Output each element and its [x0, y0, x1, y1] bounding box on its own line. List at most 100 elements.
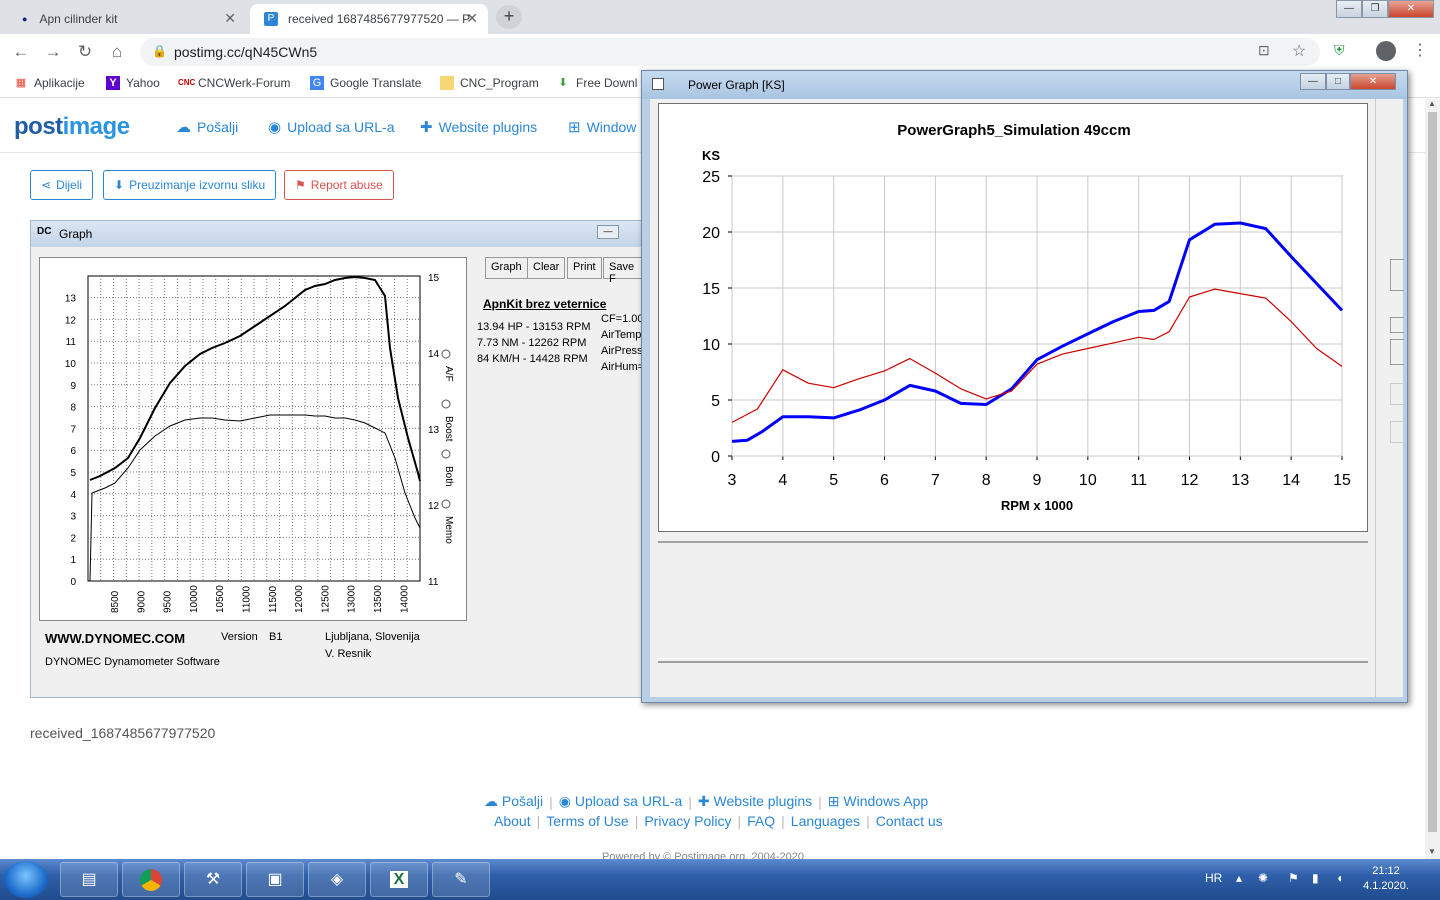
close-button[interactable]: ✕ [1388, 0, 1434, 18]
pg-close-button[interactable]: ✕ [1350, 73, 1396, 90]
forward-icon[interactable]: → [42, 41, 64, 63]
side-control[interactable] [1390, 317, 1404, 333]
translate-page-icon[interactable]: ⊡ [1258, 42, 1270, 59]
restore-button[interactable]: ❐ [1362, 0, 1388, 18]
profile-avatar-icon[interactable] [1376, 41, 1396, 61]
translate-icon: G [310, 76, 324, 90]
minimize-button[interactable]: — [1336, 0, 1362, 18]
tab-received[interactable]: P received 1687485677977520 — P ✕ [250, 4, 488, 34]
app-window-icon [652, 78, 664, 90]
scroll-down-icon[interactable]: ▼ [1428, 847, 1436, 856]
footer-upload-link[interactable]: ☁ Pošalji [484, 793, 543, 810]
footer-privacy-link[interactable]: Privacy Policy [644, 813, 731, 829]
side-control[interactable] [1390, 259, 1404, 291]
power-graph-titlebar[interactable]: Power Graph [KS] — □ ✕ [642, 71, 1407, 99]
tab-apn-cilinder[interactable]: ● Apn cilinder kit ✕ [8, 4, 246, 34]
x-tick-label: 9 [1033, 472, 1042, 489]
clock-date: 4.1.2020. [1363, 880, 1409, 892]
dyno-graph-button: Graph [485, 257, 528, 279]
postimage-logo[interactable]: postimage [14, 113, 130, 141]
back-icon[interactable]: ← [10, 41, 32, 63]
footer-terms-link[interactable]: Terms of Use [546, 813, 628, 829]
nav-website-plugins[interactable]: ✚ Website plugins [420, 118, 537, 136]
separator: | [737, 813, 742, 829]
start-button[interactable] [4, 861, 48, 898]
dyno-x-tick: 13500 [373, 585, 384, 613]
nav-upload-url[interactable]: ◉ Upload sa URL-a [268, 118, 394, 136]
nav-label: Upload sa URL-a [287, 119, 395, 135]
language-indicator[interactable]: HR [1205, 871, 1222, 885]
dyno-x-tick: 13000 [347, 585, 358, 613]
action-center-flag-icon[interactable]: ⚑ [1288, 871, 1299, 885]
separator: | [634, 813, 639, 829]
tray-app-icon[interactable]: ✺ [1258, 871, 1268, 885]
dyno-y-left-tick: 10 [65, 359, 77, 370]
footer-plugins-link[interactable]: ✚ Website plugins [698, 793, 812, 810]
report-abuse-button[interactable]: ⚑ Report abuse [284, 170, 394, 200]
download-original-button[interactable]: ⬇ Preuzimanje izvornu sliku [103, 170, 277, 200]
home-icon[interactable]: ⌂ [106, 41, 128, 63]
bookmark-free-download[interactable]: ⬇ Free Downl [556, 76, 637, 90]
footer-upload-url-link[interactable]: ◉ Upload sa URL-a [559, 793, 683, 810]
footer-languages-link[interactable]: Languages [791, 813, 860, 829]
dyno-clear-button: Clear [527, 257, 566, 279]
share-button[interactable]: ⋖ Dijeli [30, 170, 94, 200]
button-label: Report abuse [310, 178, 383, 192]
taskbar-excel[interactable]: X [370, 862, 428, 897]
dyno-y-left-tick: 0 [70, 577, 76, 588]
dyno-software: DYNOMEC Dynamometer Software [45, 656, 220, 668]
system-clock[interactable]: 21:12 4.1.2020. [1356, 864, 1416, 894]
taskbar-tools[interactable]: ⚒ [184, 862, 242, 897]
dyno-y-left-tick: 2 [70, 533, 76, 544]
footer-contact-link[interactable]: Contact us [876, 813, 943, 829]
nav-upload[interactable]: ☁ Pošalji [176, 118, 238, 136]
bookmark-cnc-program[interactable]: CNC_Program [440, 76, 539, 90]
tab-title: received 1687485677977520 — P [288, 12, 471, 26]
address-bar[interactable]: 🔒 postimg.cc/qN45CWn5 ⊡ ☆ [140, 38, 1320, 66]
volume-icon[interactable]: ◖ [1336, 871, 1343, 885]
pg-minimize-button[interactable]: — [1300, 73, 1326, 90]
bookmark-cncwerk[interactable]: CNC CNCWerk-Forum [178, 76, 290, 90]
tab-close-icon[interactable]: ✕ [466, 10, 478, 27]
taskbar-cnc[interactable]: ▣ [246, 862, 304, 897]
side-control[interactable] [1390, 339, 1404, 365]
scroll-up-icon[interactable]: ▲ [1428, 99, 1436, 108]
taskbar-notepad[interactable]: ✎ [432, 862, 490, 897]
dyno-result-hp: 13.94 HP - 13153 RPM [477, 321, 591, 333]
separator: | [781, 813, 785, 829]
reload-icon[interactable]: ↻ [74, 41, 96, 63]
taskbar-explorer[interactable]: ▤ [60, 862, 118, 897]
x-axis-label: RPM x 1000 [1001, 498, 1073, 513]
download-icon: ⬇ [558, 77, 568, 89]
bookmark-google-translate[interactable]: G Google Translate [310, 76, 421, 90]
network-icon[interactable]: ▮ [1312, 871, 1319, 885]
tray-expand-icon[interactable]: ▴ [1236, 871, 1242, 885]
bookmark-yahoo[interactable]: Y Yahoo [106, 76, 160, 90]
footer-copyright: Powered by © Postimage.org, 2004-2020 [602, 851, 804, 859]
taskbar-app32[interactable]: ◈ [308, 862, 366, 897]
side-control[interactable] [1390, 383, 1404, 405]
footer-faq-link[interactable]: FAQ [747, 813, 775, 829]
x-tick-label: 7 [931, 472, 940, 489]
dyno-radio-icon [441, 499, 451, 509]
bookmark-aplikacije[interactable]: ▦ Aplikacije [14, 76, 85, 90]
footer-row-1: ☁ Pošalji | ◉ Upload sa URL-a | ✚ Websit… [484, 793, 928, 810]
scrollbar-thumb[interactable] [1428, 112, 1437, 832]
postimage-favicon-icon: P [264, 12, 278, 26]
tab-close-icon[interactable]: ✕ [224, 10, 236, 27]
footer-about-link[interactable]: About [494, 813, 531, 829]
new-tab-button[interactable]: + [496, 5, 522, 29]
pg-maximize-button[interactable]: □ [1326, 73, 1350, 90]
star-icon[interactable]: ☆ [1292, 41, 1306, 61]
nav-windows-app[interactable]: ⊞ Window [568, 118, 636, 136]
menu-kebab-icon[interactable]: ⋮ [1412, 40, 1428, 60]
side-control[interactable] [1390, 421, 1404, 443]
dyno-radio-label: Memo [443, 516, 454, 544]
footer-windows-link[interactable]: ⊞ Windows App [828, 793, 928, 810]
taskbar-chrome[interactable] [122, 862, 180, 897]
dyno-y-right-tick: 15 [428, 273, 440, 284]
bookmark-label: CNC_Program [460, 76, 539, 90]
x-tick-label: 4 [778, 472, 787, 489]
shield-extension-icon[interactable]: ⛨ [1334, 42, 1345, 59]
separator: | [818, 793, 822, 810]
